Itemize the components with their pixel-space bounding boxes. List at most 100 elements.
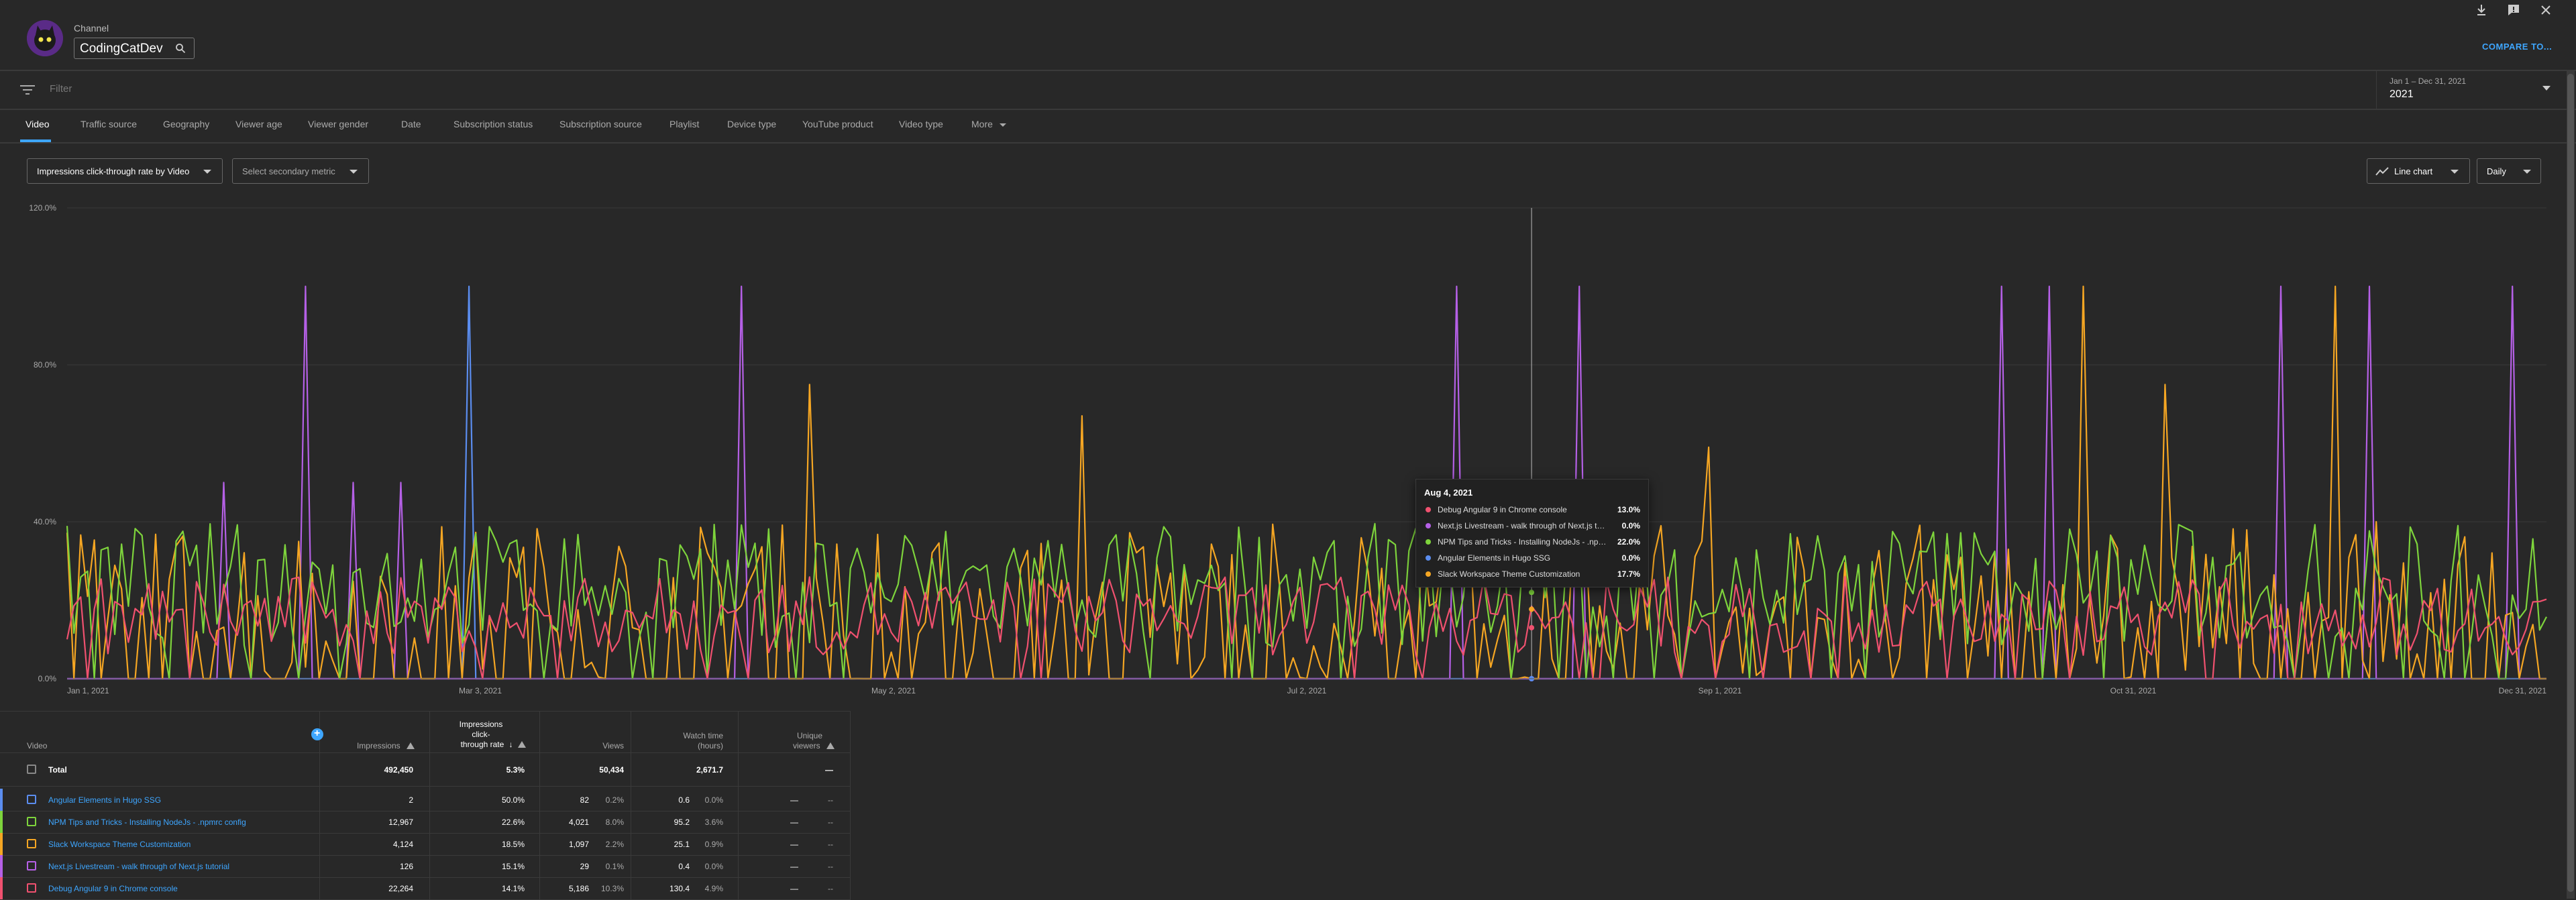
date-range-value[interactable]: 2021 xyxy=(2390,89,2414,101)
caret-down-icon xyxy=(2523,170,2531,174)
filter-bar: Filter xyxy=(0,71,2576,110)
tab-date[interactable]: Date xyxy=(401,119,421,129)
tab-video[interactable]: Video xyxy=(25,119,50,129)
x-tick-label: Jul 2, 2021 xyxy=(1287,686,1327,695)
x-tick-label: May 2, 2021 xyxy=(871,686,916,695)
column-header-video[interactable]: Video xyxy=(27,741,47,751)
chart-type-label: Line chart xyxy=(2394,166,2433,176)
row-checkbox[interactable] xyxy=(27,883,36,893)
table-column-divider xyxy=(429,711,430,899)
column-header-impressions[interactable]: Impressions xyxy=(335,741,415,751)
tab-subscription-status[interactable]: Subscription status xyxy=(453,119,533,129)
video-title-link[interactable]: Next.js Livestream - walk through of Nex… xyxy=(48,862,229,871)
compare-to-button[interactable]: COMPARE TO... xyxy=(2482,42,2552,52)
ctr-cell: 14.1% xyxy=(501,884,525,893)
caret-down-icon xyxy=(203,170,211,174)
video-title-link[interactable]: Slack Workspace Theme Customization xyxy=(48,840,191,849)
date-range-label[interactable]: Jan 1 – Dec 31, 2021 xyxy=(2390,76,2466,86)
video-title-link[interactable]: NPM Tips and Tricks - Installing NodeJs … xyxy=(48,818,246,827)
y-tick-label: 80.0% xyxy=(34,360,56,370)
watch-time-cell: 0.4 xyxy=(678,862,690,871)
column-header-views[interactable]: Views xyxy=(550,741,624,751)
table-border xyxy=(0,786,851,787)
search-icon[interactable] xyxy=(175,43,186,54)
watch-time-cell: 130.4 xyxy=(669,884,690,893)
channel-avatar[interactable] xyxy=(27,20,63,56)
y-tick-label: 40.0% xyxy=(34,517,56,526)
close-icon[interactable] xyxy=(2537,1,2555,19)
secondary-metric-dropdown[interactable]: Select secondary metric xyxy=(232,158,369,184)
tab-traffic-source[interactable]: Traffic source xyxy=(80,119,137,129)
tab-viewer-gender[interactable]: Viewer gender xyxy=(308,119,368,129)
add-column-button[interactable]: + xyxy=(311,728,323,740)
tab-device-type[interactable]: Device type xyxy=(727,119,776,129)
scrollbar-thumb[interactable] xyxy=(2567,74,2574,892)
tooltip-series-name: Next.js Livestream - walk through of Nex… xyxy=(1438,521,1609,530)
views-percent-cell: 0.1% xyxy=(605,862,624,871)
tooltip-series-value: 13.0% xyxy=(1617,505,1640,514)
total-ctr: 5.3% xyxy=(506,765,525,775)
row-checkbox[interactable] xyxy=(27,839,36,848)
watch-time-cell: 0.6 xyxy=(678,795,690,805)
tab-video-type[interactable]: Video type xyxy=(899,119,943,129)
total-impressions: 492,450 xyxy=(384,765,413,775)
column-header-watch-time[interactable]: Watch time (hours) xyxy=(637,731,723,751)
watch-time-cell: 95.2 xyxy=(674,818,690,827)
total-label: Total xyxy=(48,765,67,775)
row-checkbox[interactable] xyxy=(27,817,36,826)
video-title-link[interactable]: Angular Elements in Hugo SSG xyxy=(48,795,161,805)
views-percent-cell: 2.2% xyxy=(605,840,624,849)
channel-selector[interactable]: CodingCatDev xyxy=(74,38,195,59)
filter-input[interactable]: Filter xyxy=(50,83,72,95)
channel-label: Channel xyxy=(74,23,109,34)
row-checkbox[interactable] xyxy=(27,795,36,804)
column-header-ctr-line1: Impressions xyxy=(459,720,503,729)
chevron-down-icon[interactable] xyxy=(2542,86,2551,91)
x-tick-label: Sep 1, 2021 xyxy=(1699,686,1742,695)
tooltip-series-name: Angular Elements in Hugo SSG xyxy=(1438,553,1551,563)
tooltip-row: NPM Tips and Tricks - Installing NodeJs … xyxy=(1424,536,1640,548)
column-header-unique-line2-label: viewers xyxy=(792,741,820,750)
table-border xyxy=(0,833,851,834)
tab-youtube-product[interactable]: YouTube product xyxy=(802,119,873,129)
column-header-unique-viewers[interactable]: Unique viewers xyxy=(745,731,835,751)
select-all-checkbox[interactable] xyxy=(27,765,36,774)
column-header-unique-line2: viewers xyxy=(745,741,835,751)
row-checkbox[interactable] xyxy=(27,861,36,870)
unique-viewers-cell: — xyxy=(790,862,798,871)
plus-icon: + xyxy=(314,728,321,739)
x-tick-label: Mar 3, 2021 xyxy=(459,686,502,695)
column-header-ctr[interactable]: Impressions click- through rate ↓ xyxy=(436,720,526,750)
table-border xyxy=(0,877,851,878)
tooltip-row: Next.js Livestream - walk through of Nex… xyxy=(1424,520,1640,532)
views-percent-cell: 0.2% xyxy=(605,795,624,805)
divider xyxy=(2376,71,2377,109)
tab-bar: Video Traffic source Geography Viewer ag… xyxy=(0,110,2576,144)
views-cell: 1,097 xyxy=(568,840,589,849)
unique-viewers-percent-cell: -- xyxy=(828,818,833,827)
x-tick-label: Dec 31, 2021 xyxy=(2499,686,2547,695)
tab-more[interactable]: More xyxy=(971,119,1006,129)
filter-icon[interactable] xyxy=(20,85,35,95)
feedback-icon[interactable] xyxy=(2505,1,2522,19)
line-chart[interactable]: 0.0% 40.0% 80.0% 120.0% Jan 1, 2021 Mar 3, 20… xyxy=(0,194,2567,704)
primary-metric-dropdown[interactable]: Impressions click-through rate by Video xyxy=(27,158,223,184)
tab-subscription-source[interactable]: Subscription source xyxy=(559,119,642,129)
ctr-cell: 50.0% xyxy=(501,795,525,805)
video-title-link[interactable]: Debug Angular 9 in Chrome console xyxy=(48,884,178,893)
chart-type-dropdown[interactable]: Line chart xyxy=(2367,158,2470,184)
granularity-dropdown[interactable]: Daily xyxy=(2477,158,2541,184)
series-color-dot xyxy=(1426,571,1431,577)
series-color-dot xyxy=(1426,539,1431,545)
tooltip-row: Angular Elements in Hugo SSG 0.0% xyxy=(1424,552,1640,564)
tab-viewer-age[interactable]: Viewer age xyxy=(235,119,282,129)
tooltip-series-name: NPM Tips and Tricks - Installing NodeJs … xyxy=(1438,537,1609,547)
views-percent-cell: 8.0% xyxy=(605,818,624,827)
download-icon[interactable] xyxy=(2473,1,2490,19)
table-column-divider xyxy=(738,711,739,899)
unique-viewers-cell: — xyxy=(790,840,798,849)
views-cell: 29 xyxy=(580,862,589,871)
series-color-swatch xyxy=(0,811,3,833)
tab-geography[interactable]: Geography xyxy=(163,119,209,129)
tab-playlist[interactable]: Playlist xyxy=(669,119,699,129)
